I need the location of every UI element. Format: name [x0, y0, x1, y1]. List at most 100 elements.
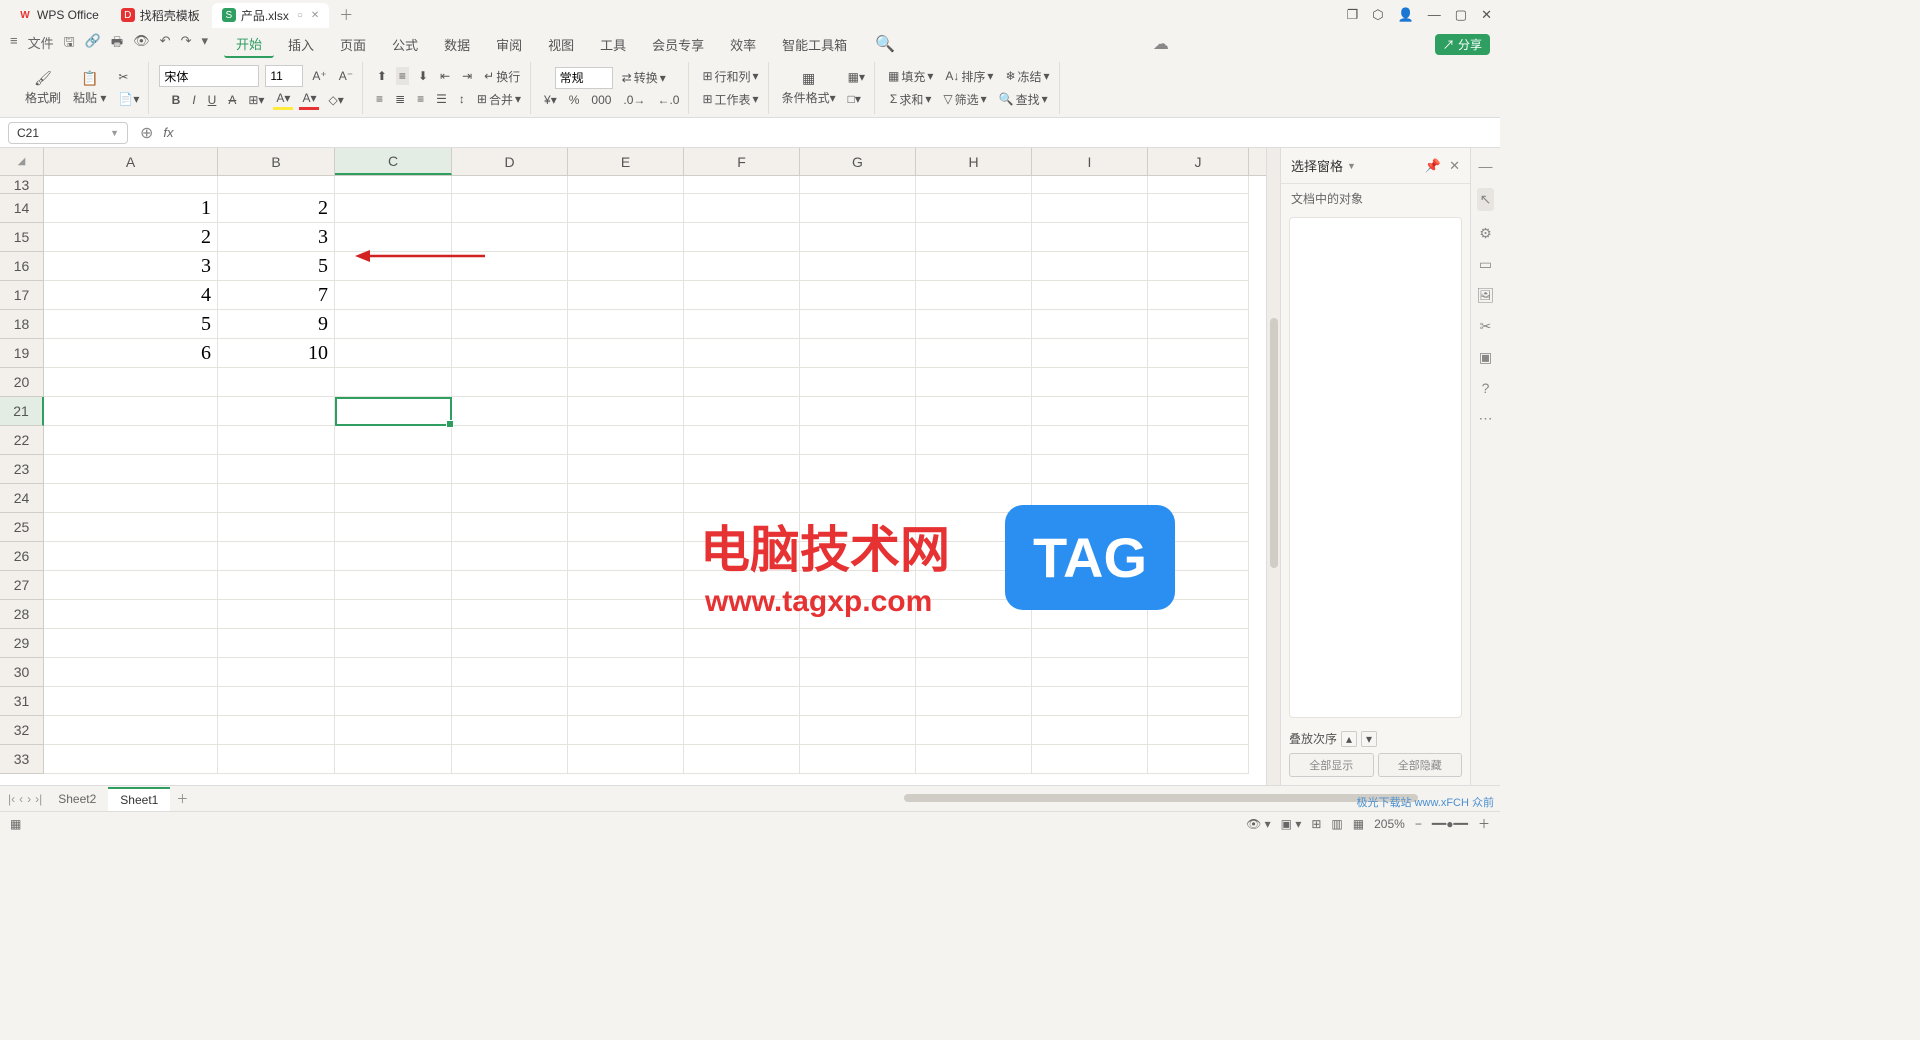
new-tab-icon[interactable]: ＋	[339, 5, 353, 25]
vertical-scrollbar[interactable]	[1266, 148, 1280, 785]
cell-B32[interactable]	[218, 716, 335, 745]
cell-H32[interactable]	[916, 716, 1032, 745]
cell-D24[interactable]	[452, 484, 568, 513]
cell-D33[interactable]	[452, 745, 568, 774]
expand-icon[interactable]: ⊕	[140, 123, 153, 143]
cell-A23[interactable]	[44, 455, 218, 484]
row-header-29[interactable]: 29	[0, 629, 44, 658]
cell-D26[interactable]	[452, 542, 568, 571]
row-header-19[interactable]: 19	[0, 339, 44, 368]
column-header-I[interactable]: I	[1032, 148, 1148, 175]
cell-A27[interactable]	[44, 571, 218, 600]
more-icon[interactable]: ⋯	[1479, 410, 1493, 427]
worksheet-button[interactable]: ⊞ 工作表 ▾	[699, 89, 761, 110]
cell-B22[interactable]	[218, 426, 335, 455]
cell-F24[interactable]	[684, 484, 800, 513]
cell-A30[interactable]	[44, 658, 218, 687]
cell-E27[interactable]	[568, 571, 684, 600]
cell-C31[interactable]	[335, 687, 452, 716]
align-top-icon[interactable]: ⬆	[374, 67, 390, 85]
cell-G30[interactable]	[800, 658, 916, 687]
cell-G16[interactable]	[800, 252, 916, 281]
strike-icon[interactable]: A	[225, 91, 239, 109]
cell-H23[interactable]	[916, 455, 1032, 484]
wrap-button[interactable]: ↵ 换行	[481, 66, 523, 87]
cell-H29[interactable]	[916, 629, 1032, 658]
cell-A19[interactable]: 6	[44, 339, 218, 368]
cell-F31[interactable]	[684, 687, 800, 716]
font-size-select[interactable]	[265, 65, 303, 87]
cell-C26[interactable]	[335, 542, 452, 571]
cell-I17[interactable]	[1032, 281, 1148, 310]
eye-icon[interactable]: 👁 ▾	[1246, 817, 1271, 831]
cell-J31[interactable]	[1148, 687, 1249, 716]
cell-F14[interactable]	[684, 194, 800, 223]
fx-icon[interactable]: fx	[163, 125, 173, 140]
cell-H33[interactable]	[916, 745, 1032, 774]
save-icon[interactable]: 🖫	[64, 33, 75, 55]
percent-icon[interactable]: %	[566, 91, 583, 109]
rowcol-button[interactable]: ⊞ 行和列 ▾	[699, 66, 761, 87]
underline-icon[interactable]: U	[205, 91, 220, 109]
cell-G19[interactable]	[800, 339, 916, 368]
cell-A33[interactable]	[44, 745, 218, 774]
cell-I25[interactable]	[1032, 513, 1148, 542]
cell-D25[interactable]	[452, 513, 568, 542]
cell-A21[interactable]	[44, 397, 218, 426]
cell-B29[interactable]	[218, 629, 335, 658]
column-header-E[interactable]: E	[568, 148, 684, 175]
cell-G23[interactable]	[800, 455, 916, 484]
cell-F33[interactable]	[684, 745, 800, 774]
pin-icon[interactable]: 📌	[1425, 158, 1441, 174]
cell-E18[interactable]	[568, 310, 684, 339]
column-header-D[interactable]: D	[452, 148, 568, 175]
cell-C27[interactable]	[335, 571, 452, 600]
cell-G31[interactable]	[800, 687, 916, 716]
cube-icon[interactable]: ⬡	[1372, 7, 1383, 23]
zoom-slider[interactable]: ━━●━━	[1432, 817, 1468, 831]
cell-I19[interactable]	[1032, 339, 1148, 368]
app-icon[interactable]: ❐	[1347, 7, 1359, 23]
cell-C13[interactable]	[335, 176, 452, 194]
cell-J27[interactable]	[1148, 571, 1249, 600]
cell-A16[interactable]: 3	[44, 252, 218, 281]
row-header-22[interactable]: 22	[0, 426, 44, 455]
cell-F29[interactable]	[684, 629, 800, 658]
cell-H13[interactable]	[916, 176, 1032, 194]
indent-inc-icon[interactable]: ⇥	[459, 67, 475, 85]
cell-F30[interactable]	[684, 658, 800, 687]
filter-button[interactable]: ▽ 筛选 ▾	[940, 89, 989, 110]
cell-C15[interactable]	[335, 223, 452, 252]
redo-icon[interactable]: ↷	[181, 33, 192, 55]
cell-F17[interactable]	[684, 281, 800, 310]
cell-D21[interactable]	[452, 397, 568, 426]
border-icon[interactable]: ⊞▾	[245, 91, 267, 109]
align-left-icon[interactable]: ≡	[373, 90, 386, 108]
row-header-15[interactable]: 15	[0, 223, 44, 252]
cell-F23[interactable]	[684, 455, 800, 484]
cell-E20[interactable]	[568, 368, 684, 397]
collapse-icon[interactable]: —	[1479, 158, 1493, 174]
screen-icon[interactable]: ▣	[1479, 349, 1492, 366]
page-view-icon[interactable]: ▥	[1331, 817, 1342, 831]
cell-B28[interactable]	[218, 600, 335, 629]
row-header-33[interactable]: 33	[0, 745, 44, 774]
row-header-25[interactable]: 25	[0, 513, 44, 542]
cell-I30[interactable]	[1032, 658, 1148, 687]
cell-J16[interactable]	[1148, 252, 1249, 281]
cell-A25[interactable]	[44, 513, 218, 542]
next-sheet-icon[interactable]: ›	[27, 792, 31, 806]
menu-page[interactable]: 页面	[328, 32, 378, 57]
print-icon[interactable]: 🖶	[111, 33, 123, 55]
cell-C21[interactable]	[335, 397, 452, 426]
cell-F25[interactable]	[684, 513, 800, 542]
cell-G14[interactable]	[800, 194, 916, 223]
cell-D29[interactable]	[452, 629, 568, 658]
tools-icon[interactable]: ✂	[1480, 318, 1492, 335]
cell-D28[interactable]	[452, 600, 568, 629]
cell-I18[interactable]	[1032, 310, 1148, 339]
cell-B20[interactable]	[218, 368, 335, 397]
cell-H20[interactable]	[916, 368, 1032, 397]
first-sheet-icon[interactable]: |‹	[8, 792, 15, 806]
zoom-value[interactable]: 205%	[1374, 817, 1405, 831]
